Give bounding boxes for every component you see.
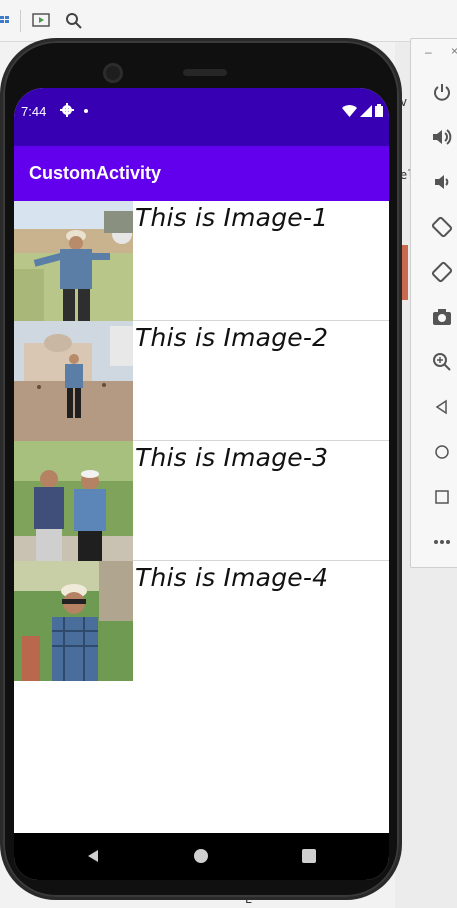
zoom-icon[interactable] [429, 349, 455, 375]
emulator-toolbar: – × [410, 38, 457, 568]
layout-icon[interactable] [0, 12, 20, 32]
more-icon[interactable] [429, 529, 455, 555]
nav-back-icon[interactable] [86, 849, 100, 868]
home-icon[interactable] [429, 439, 455, 465]
nav-recents-icon[interactable] [302, 849, 316, 863]
app-bar: CustomActivity [14, 146, 389, 201]
list-item-label: This is Image-4 [135, 563, 329, 592]
overview-icon[interactable] [429, 484, 455, 510]
status-indicators [342, 104, 383, 117]
preview-icon[interactable] [32, 12, 52, 32]
toolbar-divider [20, 10, 21, 32]
minimize-icon[interactable]: – [425, 45, 432, 59]
volume-up-icon[interactable] [429, 124, 455, 150]
image-list[interactable]: This is Image-1 This is Image-2 This is … [14, 201, 389, 681]
power-icon[interactable] [429, 79, 455, 105]
navigation-bar [14, 833, 389, 880]
list-item-photo [14, 441, 133, 561]
emulator-toolbar-header: – × [411, 39, 457, 67]
list-item[interactable]: This is Image-2 [14, 321, 389, 441]
list-item[interactable]: This is Image-1 [14, 201, 389, 321]
camera-icon[interactable] [429, 304, 455, 330]
list-item-photo [14, 321, 133, 441]
close-icon[interactable]: × [451, 44, 457, 58]
notification-dot-icon [84, 109, 88, 113]
volume-down-icon[interactable] [429, 169, 455, 195]
battery-icon [375, 104, 383, 117]
settings-gear-icon [60, 103, 74, 122]
wifi-icon [342, 104, 357, 117]
nav-home-icon[interactable] [194, 849, 208, 863]
list-item-label: This is Image-1 [135, 203, 329, 232]
earpiece-speaker [183, 69, 227, 76]
list-item-label: This is Image-2 [135, 323, 329, 352]
list-item-photo [14, 201, 133, 321]
search-icon[interactable] [65, 12, 85, 32]
list-item-photo [14, 561, 133, 681]
ide-toolbar [0, 0, 457, 42]
phone-screen: 7:44 CustomActivity This is Image-1 This… [14, 88, 389, 880]
back-icon[interactable] [429, 394, 455, 420]
front-camera [103, 63, 123, 83]
status-time: 7:44 [21, 104, 47, 119]
list-item-label: This is Image-3 [135, 443, 329, 472]
status-bar: 7:44 [14, 88, 389, 146]
rotate-left-icon[interactable] [429, 214, 455, 240]
rotate-right-icon[interactable] [429, 259, 455, 285]
list-item[interactable]: This is Image-3 [14, 441, 389, 561]
app-title: CustomActivity [29, 163, 162, 183]
list-item[interactable]: This is Image-4 [14, 561, 389, 681]
signal-icon [360, 104, 372, 117]
